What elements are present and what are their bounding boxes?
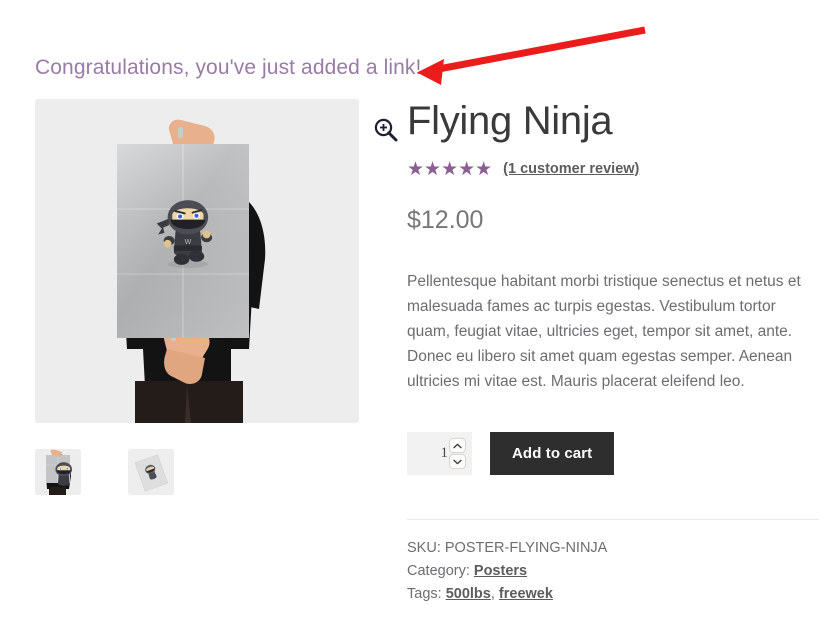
tag-link-1[interactable]: 500lbs bbox=[446, 586, 491, 602]
main-product-image[interactable]: W bbox=[35, 99, 359, 423]
category-link[interactable]: Posters bbox=[474, 563, 527, 579]
sku-label: SKU: bbox=[407, 540, 441, 556]
meta-divider bbox=[407, 519, 819, 520]
customer-review-link[interactable]: (1 customer review) bbox=[503, 161, 639, 177]
quantity-field[interactable] bbox=[407, 432, 472, 475]
thumbnail-image-1 bbox=[35, 449, 81, 495]
tags-separator: , bbox=[490, 586, 495, 602]
svg-text:W: W bbox=[185, 239, 192, 246]
thumbnail-list bbox=[35, 449, 174, 495]
chevron-down-icon[interactable] bbox=[449, 454, 466, 469]
star-rating-icon: ★★★★★ bbox=[407, 158, 493, 180]
quantity-input[interactable] bbox=[407, 432, 451, 475]
category-row: Category: Posters bbox=[407, 560, 819, 583]
product-page: Congratulations, you've just added a lin… bbox=[0, 0, 840, 631]
tag-link-2[interactable]: freewek bbox=[499, 586, 553, 602]
add-to-cart-button[interactable]: Add to cart bbox=[490, 432, 615, 475]
product-meta: SKU: POSTER-FLYING-NINJA Category: Poste… bbox=[407, 537, 819, 606]
quantity-stepper[interactable] bbox=[449, 438, 466, 469]
product-gallery: W bbox=[35, 99, 398, 495]
product-photo: W bbox=[35, 99, 359, 423]
chevron-up-icon[interactable] bbox=[449, 438, 466, 453]
product-description: Pellentesque habitant morbi tristique se… bbox=[407, 273, 801, 390]
added-link-notice: Congratulations, you've just added a lin… bbox=[35, 56, 422, 79]
thumbnail-2[interactable] bbox=[128, 449, 174, 495]
thumbnail-image-2 bbox=[128, 449, 174, 495]
category-label: Category: bbox=[407, 563, 470, 579]
add-to-cart-form: Add to cart bbox=[407, 432, 819, 475]
magnifier-plus-icon[interactable] bbox=[373, 117, 399, 143]
product-summary: Flying Ninja ★★★★★ (1 customer review) $… bbox=[407, 99, 819, 606]
sku-value: POSTER-FLYING-NINJA bbox=[444, 540, 608, 556]
rating-row: ★★★★★ (1 customer review) bbox=[407, 158, 819, 180]
sku-row: SKU: POSTER-FLYING-NINJA bbox=[407, 537, 819, 560]
product-price: $12.00 bbox=[407, 206, 484, 234]
page-title: Flying Ninja bbox=[407, 99, 613, 143]
thumbnail-1[interactable] bbox=[35, 449, 81, 495]
tags-label: Tags: bbox=[407, 586, 442, 602]
tags-row: Tags: 500lbs, freewek bbox=[407, 583, 819, 606]
